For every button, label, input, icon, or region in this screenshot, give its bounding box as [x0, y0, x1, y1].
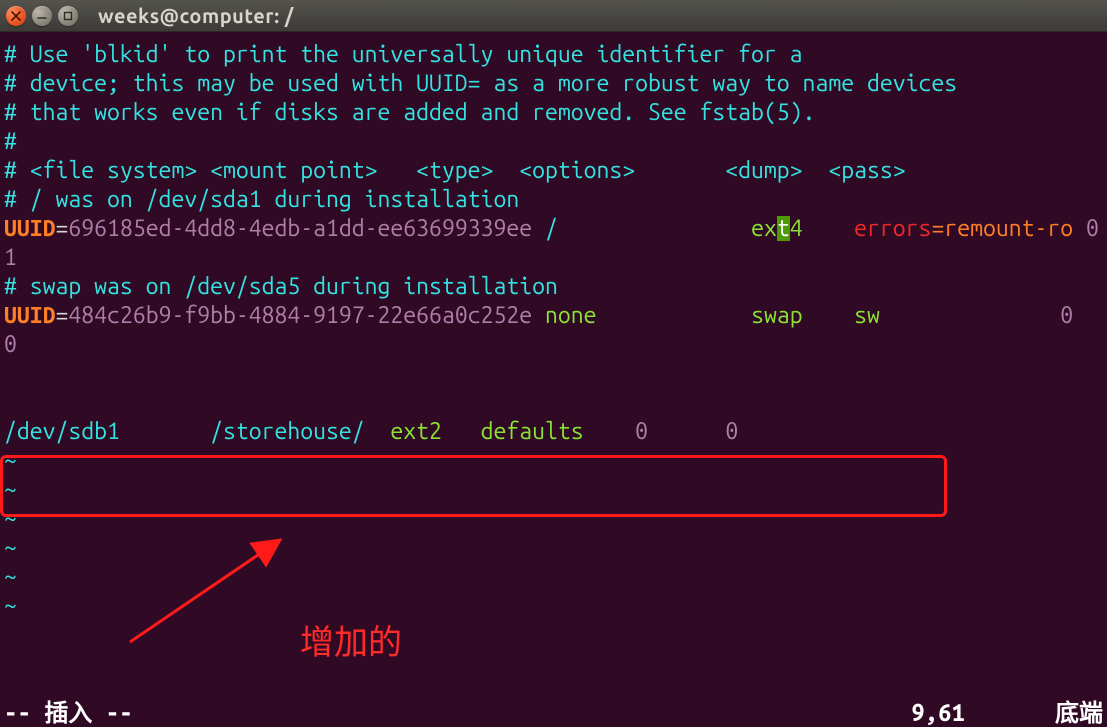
terminal-content[interactable]: # Use 'blkid' to print the universally u…	[4, 40, 1103, 620]
pass-value: 0	[4, 332, 17, 357]
pass-value: 1	[4, 245, 17, 270]
mount-point: none	[532, 303, 751, 328]
pass-value: 0	[725, 419, 738, 444]
minimize-icon[interactable]	[32, 6, 52, 26]
terminal-area[interactable]: # Use 'blkid' to print the universally u…	[0, 32, 1107, 727]
fs-type: ex	[751, 216, 777, 241]
maximize-icon[interactable]	[58, 6, 78, 26]
options: defaults	[481, 419, 636, 444]
options: =remount-ro	[931, 216, 1086, 241]
dump-value: 0	[1086, 216, 1107, 241]
vim-statusline: -- 插入 -- 9,61 底端	[4, 698, 1103, 727]
uuid-key: UUID	[4, 303, 56, 328]
device-path: /dev/sdb1	[4, 419, 210, 444]
close-icon[interactable]	[6, 6, 26, 26]
dump-value: 0	[635, 419, 725, 444]
window-title: weeks@computer: /	[98, 1, 294, 30]
vim-tilde: ~	[4, 506, 17, 531]
comment-line: # that works even if disks are added and…	[4, 100, 815, 125]
fs-type: ext2	[390, 419, 480, 444]
comment-line: # swap was on /dev/sda5 during installat…	[4, 274, 558, 299]
window-titlebar: weeks@computer: /	[0, 0, 1107, 32]
vim-cursor-position: 9,61	[911, 698, 1055, 727]
vim-mode: -- 插入 --	[4, 698, 133, 727]
annotation-label: 增加的	[300, 625, 402, 654]
fs-type: swap	[751, 303, 854, 328]
comment-line: # <file system> <mount point> <type> <op…	[4, 158, 906, 183]
vim-tilde: ~	[4, 593, 17, 618]
uuid-key: UUID	[4, 216, 56, 241]
comment-line: # Use 'blkid' to print the universally u…	[4, 42, 803, 67]
option-errors: errors	[803, 216, 932, 241]
uuid-value: 696185ed-4dd8-4edb-a1dd-ee63699339ee	[68, 216, 532, 241]
uuid-value: 484c26b9-f9bb-4884-9197-22e66a0c252e	[68, 303, 532, 328]
mount-point: /	[532, 216, 751, 241]
comment-line: #	[4, 129, 17, 154]
text-cursor: t	[777, 216, 790, 241]
dump-value: 0	[1060, 303, 1107, 328]
vim-tilde: ~	[4, 477, 17, 502]
comment-line: # / was on /dev/sda1 during installation	[4, 187, 519, 212]
vim-tilde: ~	[4, 564, 17, 589]
vim-scroll-indicator: 底端	[1055, 698, 1103, 727]
comment-line: # device; this may be used with UUID= as…	[4, 71, 957, 96]
vim-tilde: ~	[4, 448, 17, 473]
vim-tilde: ~	[4, 535, 17, 560]
options: sw	[854, 303, 1060, 328]
mount-point: /storehouse/	[210, 419, 390, 444]
